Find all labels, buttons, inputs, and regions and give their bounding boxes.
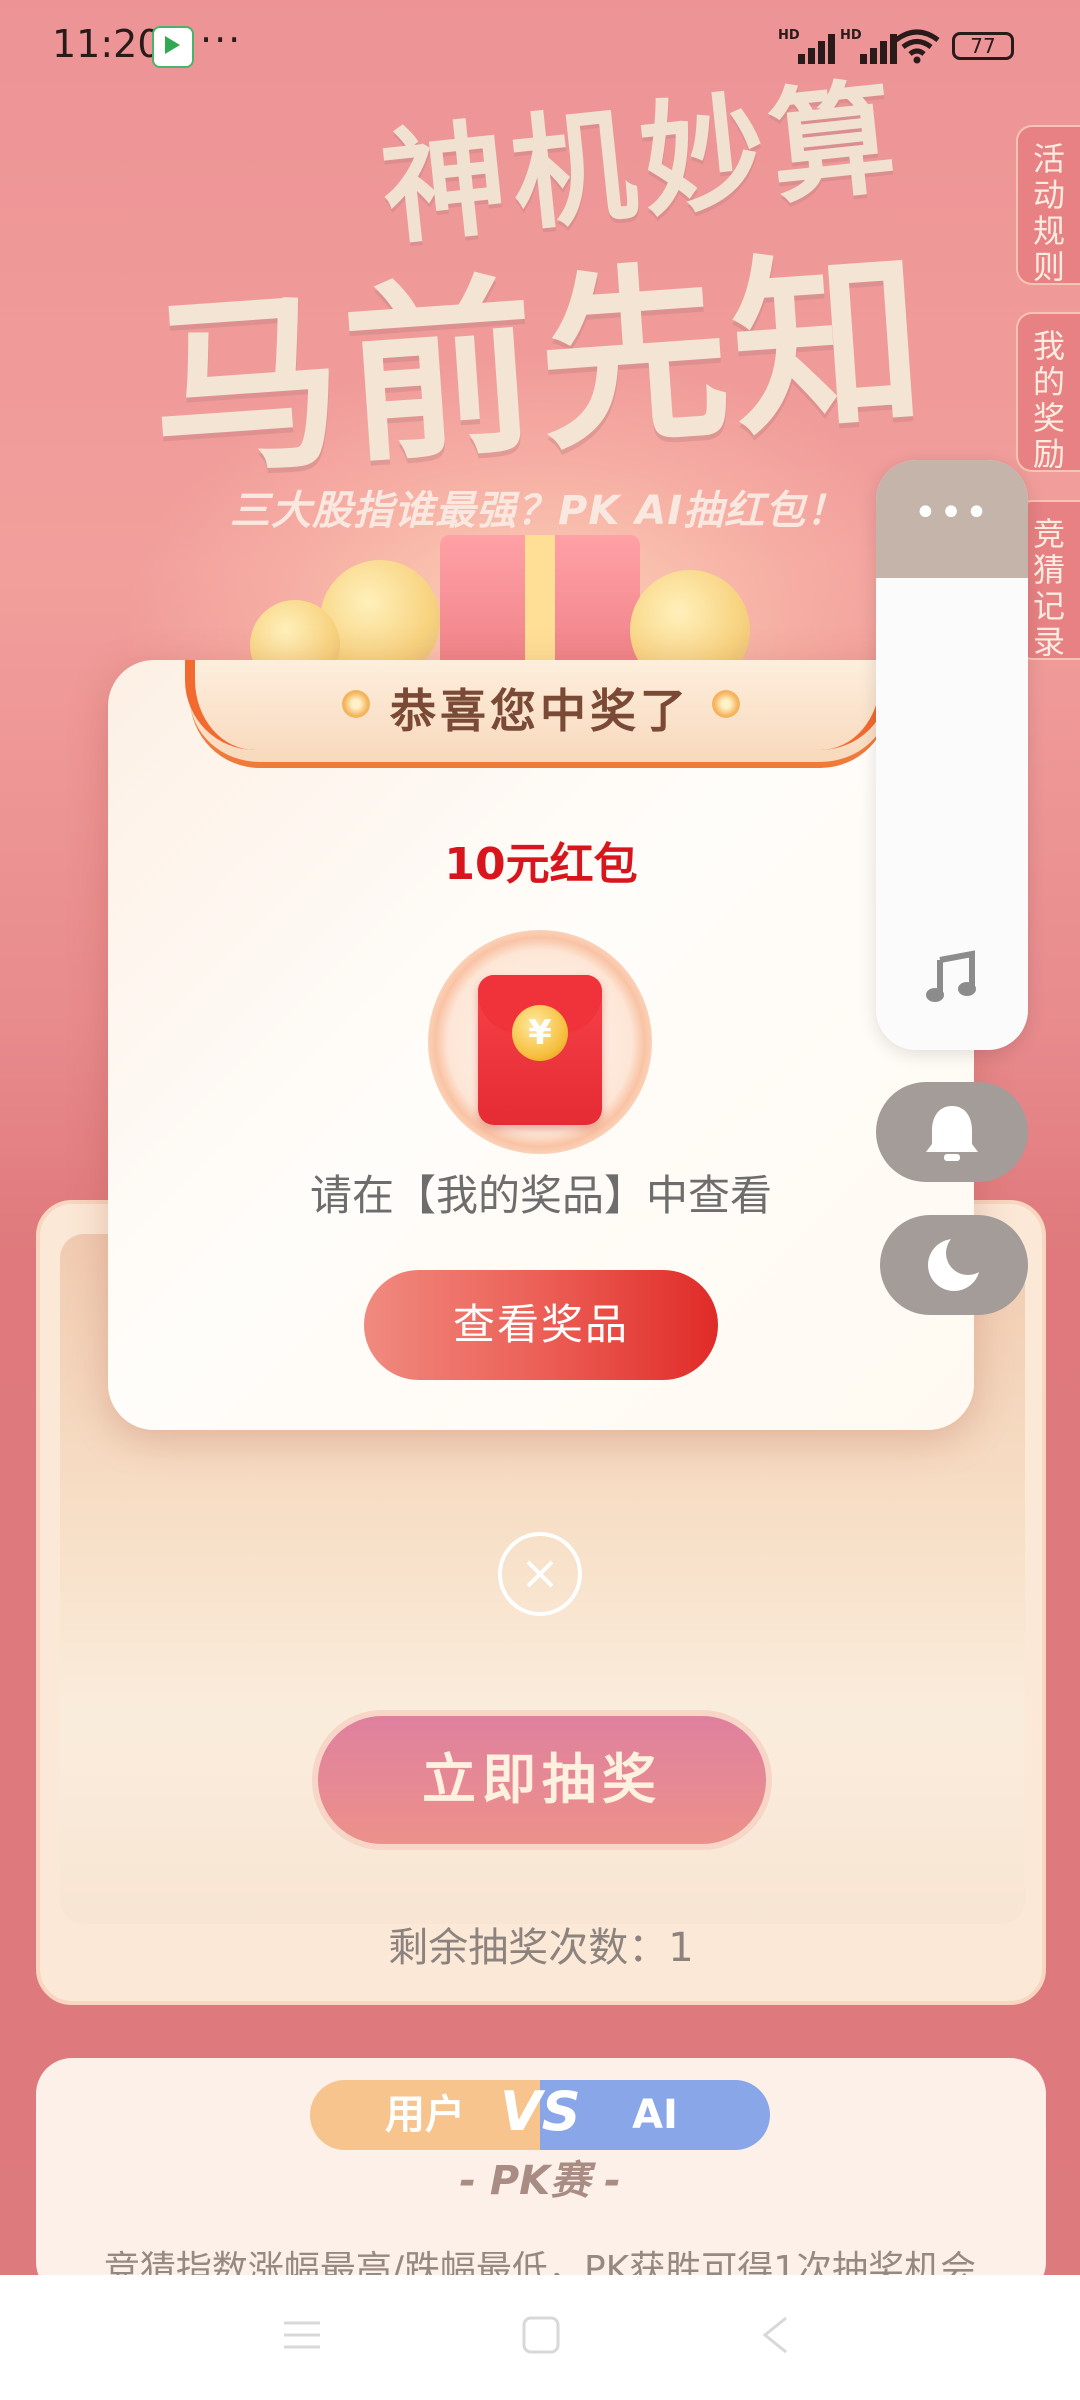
- wifi-icon: [892, 28, 942, 64]
- hd-label: HD: [840, 28, 862, 43]
- menu-icon[interactable]: [282, 2317, 322, 2353]
- navigation-bar: [0, 2275, 1080, 2400]
- bell-icon: [926, 1106, 978, 1161]
- home-icon[interactable]: [521, 2315, 561, 2355]
- close-icon: [526, 1560, 554, 1588]
- back-icon[interactable]: [760, 2315, 790, 2355]
- floating-panel: •••: [876, 460, 1028, 1050]
- bell-button[interactable]: [876, 1082, 1028, 1182]
- signal-icon-2: HD: [840, 28, 900, 64]
- dark-mode-button[interactable]: [880, 1215, 1028, 1315]
- prize-hint: 请在【我的奖品】中查看: [309, 1171, 772, 1220]
- panel-header[interactable]: •••: [876, 460, 1028, 578]
- close-modal-button[interactable]: [498, 1532, 582, 1616]
- prize-name: 10元红包: [444, 839, 638, 890]
- view-prize-button[interactable]: 查看奖品: [364, 1270, 718, 1380]
- app-notification-icon: [152, 26, 194, 68]
- status-more-icon: ···: [200, 18, 243, 62]
- music-note-icon[interactable]: [924, 950, 980, 1010]
- modal-title: 恭喜您中奖了: [390, 684, 690, 738]
- battery-icon: 77: [952, 32, 1014, 60]
- hd-label: HD: [778, 28, 800, 43]
- more-dots-icon: •••: [913, 490, 991, 536]
- yuan-coin-icon: ¥: [512, 1005, 568, 1061]
- moon-icon: [928, 1231, 990, 1291]
- status-time: 11:20: [52, 22, 162, 66]
- signal-icon-1: HD: [778, 28, 838, 64]
